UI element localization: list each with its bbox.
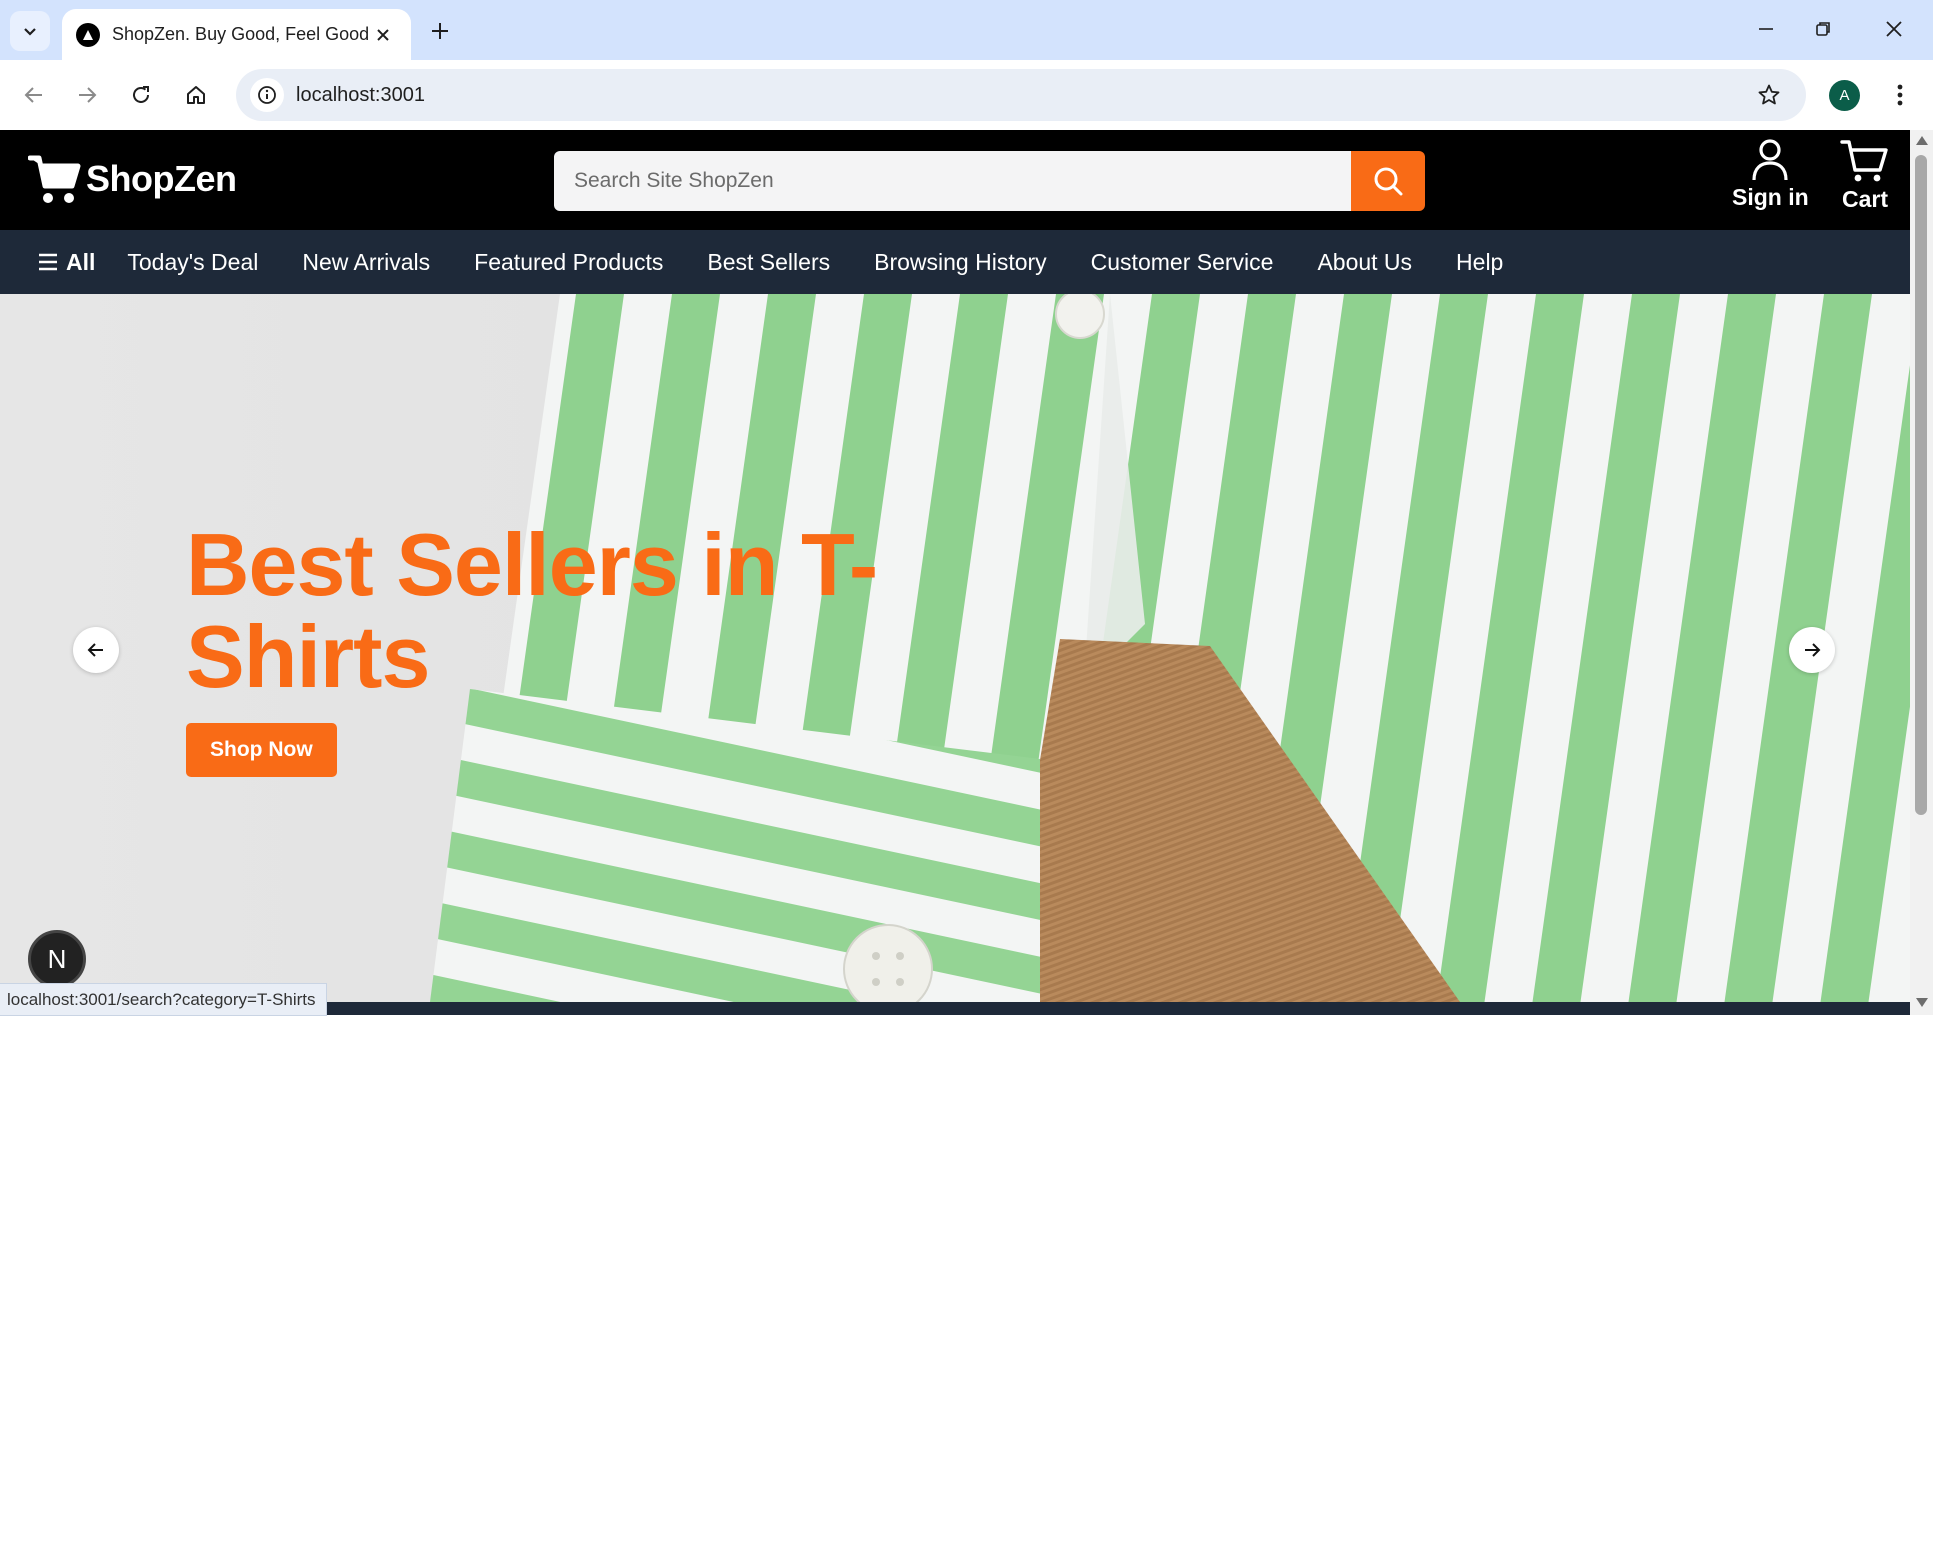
tab-title: ShopZen. Buy Good, Feel Good. — [112, 24, 369, 44]
nav-link-help[interactable]: Help — [1456, 249, 1503, 276]
back-button[interactable] — [14, 75, 54, 115]
address-url: localhost:3001 — [296, 83, 425, 106]
search-icon — [1374, 167, 1403, 196]
minimize-icon — [1759, 28, 1773, 30]
nav-link-new-arrivals[interactable]: New Arrivals — [302, 249, 430, 276]
site: ShopZen Sign in Cart All — [0, 130, 1910, 1016]
browser-tabstrip: ShopZen. Buy Good, Feel Good. — [0, 0, 1933, 60]
nav-link-todays-deal[interactable]: Today's Deal — [127, 249, 258, 276]
profile-avatar[interactable]: A — [1829, 80, 1860, 111]
reload-icon — [133, 86, 149, 103]
logo-text: ShopZen — [86, 158, 237, 199]
nav-all-button[interactable]: All — [38, 249, 95, 276]
page-viewport: ShopZen Sign in Cart All — [0, 130, 1933, 1567]
site-logo[interactable]: ShopZen — [28, 152, 237, 206]
browser-menu-button[interactable] — [1880, 75, 1920, 115]
home-button[interactable] — [176, 75, 216, 115]
nav-link-featured-products[interactable]: Featured Products — [474, 249, 663, 276]
bookmark-button[interactable] — [1750, 76, 1788, 114]
hero-title: Best Sellers in T-Shirts — [186, 515, 878, 706]
arrow-left-icon — [87, 643, 103, 657]
category-nav: All Today's Deal New Arrivals Featured P… — [0, 230, 1910, 294]
nav-link-browsing-history[interactable]: Browsing History — [874, 249, 1047, 276]
new-tab-button[interactable] — [420, 14, 460, 48]
close-icon — [1886, 21, 1902, 37]
menu-icon — [39, 253, 57, 271]
scroll-down-icon[interactable] — [1916, 998, 1928, 1007]
nav-link-customer-service[interactable]: Customer Service — [1091, 249, 1274, 276]
carousel-next-button[interactable] — [1789, 627, 1835, 673]
search-input[interactable] — [554, 151, 1351, 211]
reload-button[interactable] — [121, 75, 161, 115]
home-icon — [187, 86, 205, 104]
hero-carousel: Best Sellers in T-Shirts Shop Now — [0, 294, 1910, 1002]
close-window-button[interactable] — [1866, 6, 1922, 52]
scroll-up-icon[interactable] — [1916, 136, 1928, 145]
browser-tab[interactable]: ShopZen. Buy Good, Feel Good. — [62, 9, 411, 60]
shop-now-button[interactable]: Shop Now — [186, 723, 337, 777]
page-scrollbar[interactable] — [1910, 130, 1933, 1015]
nav-link-about-us[interactable]: About Us — [1317, 249, 1412, 276]
tab-search-button[interactable] — [10, 11, 50, 51]
user-icon — [1752, 139, 1788, 181]
chevron-down-icon — [24, 28, 36, 36]
dev-tools-badge[interactable]: N — [28, 930, 86, 988]
more-vert-icon — [1897, 84, 1903, 106]
search-form — [554, 151, 1425, 211]
hero-text: Best Sellers in T-Shirts Shop Now — [186, 519, 886, 777]
sign-in-button[interactable]: Sign in — [1732, 138, 1809, 211]
arrow-right-icon — [1805, 643, 1821, 657]
shopping-cart-icon — [28, 155, 81, 203]
arrow-right-icon — [79, 87, 97, 103]
cart-button[interactable]: Cart — [1840, 138, 1890, 213]
carousel-prev-button[interactable] — [73, 627, 119, 673]
site-info-icon[interactable] — [250, 78, 284, 112]
status-bar-url: localhost:3001/search?category=T-Shirts — [0, 983, 327, 1016]
arrow-left-icon — [24, 87, 42, 103]
scroll-thumb[interactable] — [1915, 155, 1927, 815]
search-button[interactable] — [1351, 151, 1425, 211]
favicon-icon — [76, 22, 100, 47]
nav-all-label: All — [66, 248, 96, 275]
nav-link-best-sellers[interactable]: Best Sellers — [707, 249, 830, 276]
minimize-button[interactable] — [1738, 6, 1794, 52]
star-icon — [1758, 84, 1780, 105]
sign-in-label: Sign in — [1732, 184, 1809, 210]
restore-button[interactable] — [1795, 6, 1851, 52]
cart-icon — [1840, 140, 1888, 182]
close-icon — [377, 28, 389, 41]
restore-icon — [1816, 22, 1830, 36]
address-bar[interactable]: localhost:3001 — [236, 69, 1806, 121]
forward-button[interactable] — [67, 75, 107, 115]
site-header: ShopZen Sign in Cart — [0, 130, 1910, 230]
tab-close-button[interactable] — [369, 21, 397, 49]
plus-icon — [432, 23, 448, 39]
browser-toolbar: localhost:3001 A — [0, 60, 1933, 130]
cart-label: Cart — [1841, 186, 1888, 212]
